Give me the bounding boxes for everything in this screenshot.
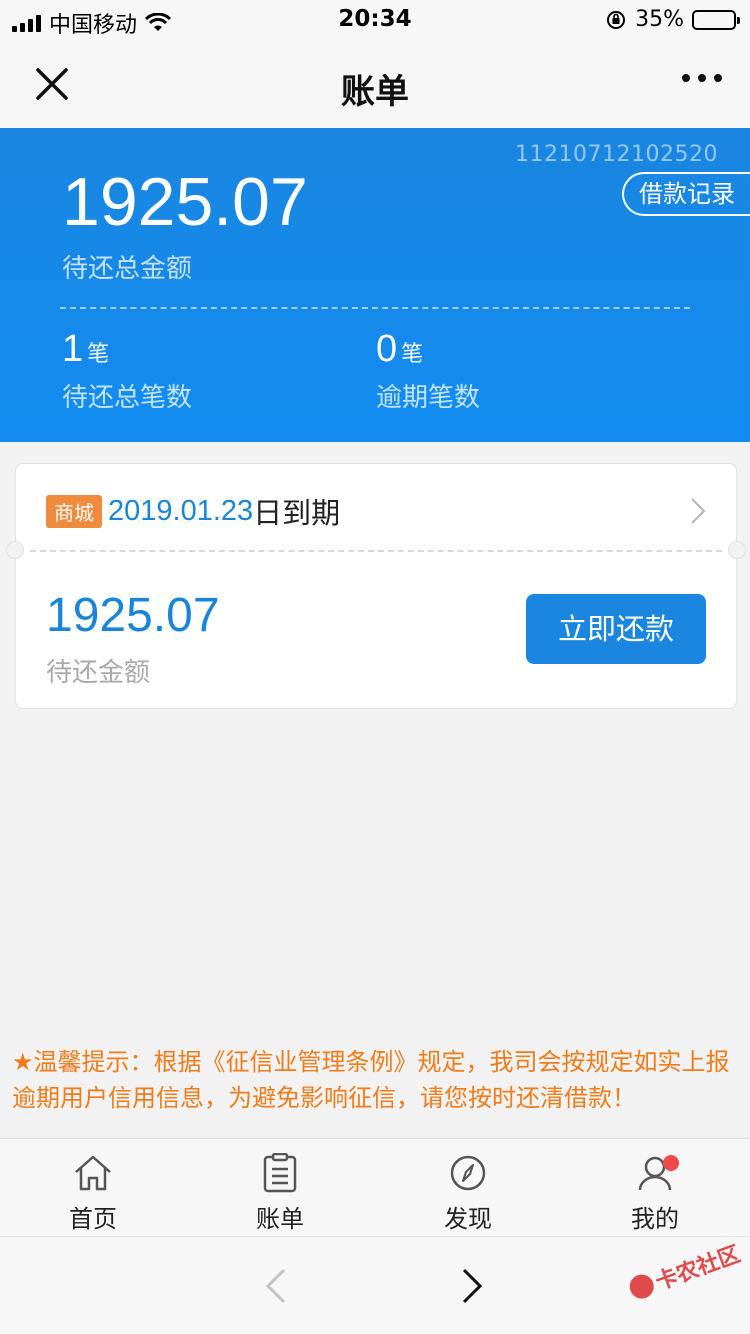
bill-card-header: 商城 2019.01.23 日到期: [46, 490, 340, 532]
watermark-text: 卡农社区: [652, 1241, 744, 1296]
total-amount-label: 待还总金额: [62, 254, 193, 284]
page-title: 账单: [341, 72, 409, 112]
chevron-right-icon[interactable]: [690, 497, 706, 525]
mall-tag: 商城: [46, 494, 102, 528]
overdue-unit: 笔: [401, 342, 424, 367]
rotation-lock-icon: [607, 10, 626, 29]
tab-bill-label: 账单: [256, 1205, 304, 1233]
tab-discover[interactable]: 发现: [408, 1153, 528, 1234]
home-icon: [75, 1155, 111, 1191]
card-notch-left: [6, 541, 24, 559]
tab-mine-label: 我的: [631, 1205, 679, 1233]
bill-summary: 11210712102520 借款记录 1925.07 待还总金额 1笔 待还总…: [0, 128, 750, 442]
overdue-count: 0: [376, 328, 398, 370]
due-date: 2019.01.23: [108, 494, 254, 527]
card-divider: [30, 550, 722, 552]
pending-count-stat: 1笔 待还总笔数: [62, 328, 192, 414]
pending-count: 1: [62, 328, 84, 370]
browser-toolbar: 卡农社区: [0, 1236, 750, 1334]
battery-percent: 35%: [635, 7, 684, 32]
pending-unit: 笔: [87, 342, 110, 367]
total-amount: 1925.07: [62, 164, 308, 240]
nav-bar: 账单: [0, 40, 750, 128]
bill-icon: [263, 1153, 297, 1193]
repay-now-button[interactable]: 立即还款: [526, 594, 706, 664]
watermark-logo-icon: [626, 1271, 658, 1302]
bill-amount: 1925.07: [46, 589, 220, 642]
bill-amount-label: 待还金额: [46, 658, 151, 688]
bill-id: 11210712102520: [515, 142, 718, 167]
more-icon[interactable]: [682, 74, 722, 82]
battery-icon: [692, 9, 740, 30]
pending-label: 待还总笔数: [62, 383, 193, 413]
status-bar: 中国移动 20:34 35%: [0, 0, 750, 40]
tab-home[interactable]: 首页: [33, 1153, 153, 1234]
status-right: 35%: [605, 7, 740, 32]
page: 中国移动 20:34 35% 账单 11210712102520 借款记录 19…: [0, 0, 750, 1334]
overdue-label: 逾期笔数: [376, 383, 481, 413]
tab-home-label: 首页: [69, 1205, 117, 1233]
compass-icon: [450, 1155, 486, 1191]
watermark: 卡农社区: [625, 1236, 744, 1305]
tab-discover-label: 发现: [444, 1205, 492, 1233]
divider: [60, 307, 690, 309]
tab-bar: 首页 账单 发现 我的: [0, 1138, 750, 1236]
notification-badge: [663, 1155, 679, 1171]
back-arrow-icon[interactable]: [262, 1267, 288, 1305]
overdue-count-stat: 0笔 逾期笔数: [376, 328, 480, 414]
forward-arrow-icon[interactable]: [460, 1267, 486, 1305]
tab-mine[interactable]: 我的: [595, 1153, 715, 1234]
card-notch-right: [728, 541, 746, 559]
credit-warning-tip: ★温馨提示：根据《征信业管理条例》规定，我司会按规定如实上报逾期用户信用信息，为…: [12, 1048, 730, 1112]
due-suffix: 日到期: [253, 496, 341, 530]
bill-card[interactable]: 商城 2019.01.23 日到期 1925.07 待还金额 立即还款: [6, 463, 746, 709]
tab-bill[interactable]: 账单: [220, 1153, 340, 1234]
loan-record-button[interactable]: 借款记录: [622, 172, 750, 216]
